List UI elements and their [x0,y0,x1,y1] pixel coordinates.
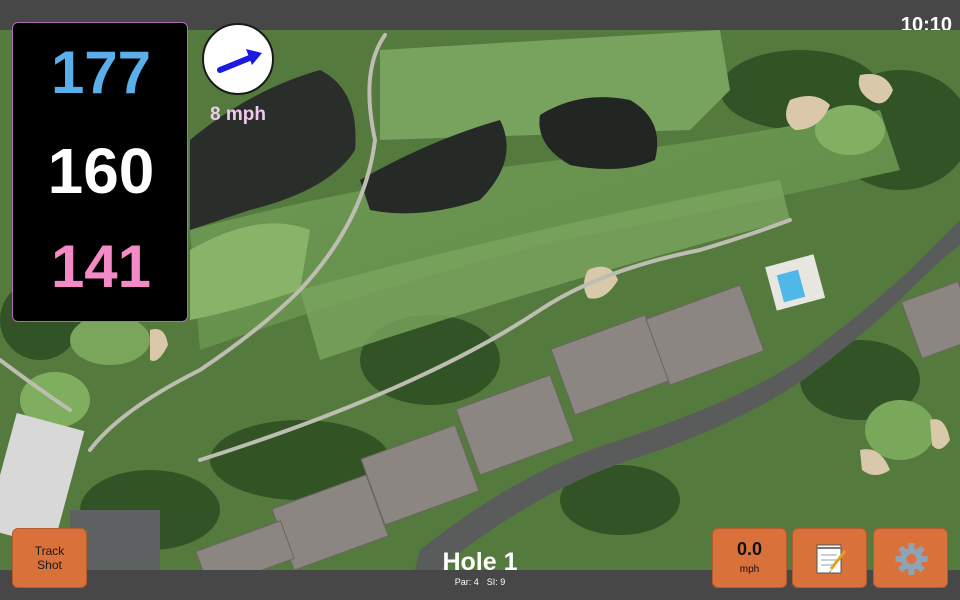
golf-gps-app: 10:10 177 160 141 8 mph Track Shot 0.0 m… [0,0,960,600]
notes-button[interactable] [792,528,867,588]
notepad-icon [816,544,847,574]
hole-details: Par: 4 SI: 9 [380,577,580,588]
hole-stroke-index: SI: 9 [486,577,506,587]
middle-distance: 160 [47,135,155,207]
arrow-icon [217,49,262,73]
back-distance: 177 [50,39,152,106]
front-distance: 141 [50,233,152,300]
hole-par: Par: 4 [454,577,479,587]
wind-indicator [202,23,274,95]
speed-value: 0.0 [736,539,763,559]
hole-title: Hole 1 [442,548,518,576]
speed-unit: mph [739,564,760,575]
settings-button[interactable] [873,528,948,588]
speed-button[interactable]: 0.0 mph [712,528,787,588]
track-shot-button[interactable]: Track Shot [12,528,87,588]
distance-panel: 177 160 141 [12,22,188,322]
wind-speed: 8 mph [210,104,266,125]
gear-icon [895,543,928,575]
